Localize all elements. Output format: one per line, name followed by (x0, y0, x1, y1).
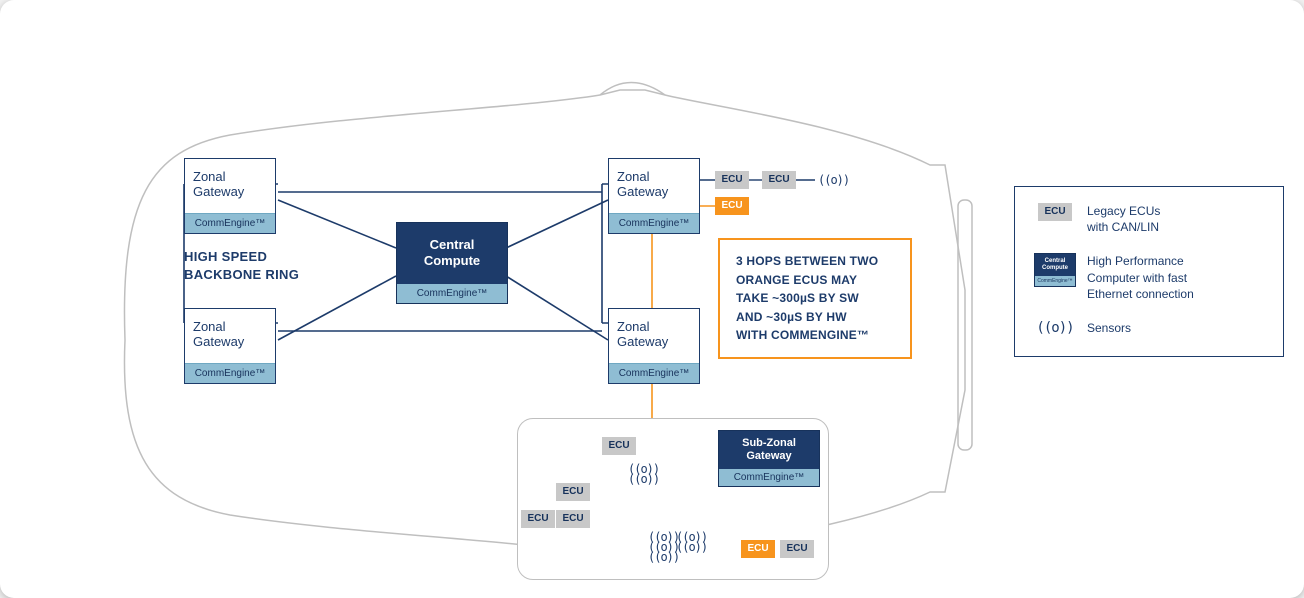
zonal-gateway-tr: Zonal Gateway CommEngine™ (608, 158, 700, 234)
ecu-grey: ECU (602, 437, 636, 455)
sensor-icon: ((o)) (628, 472, 659, 486)
legend-row-sensor: ((o)) Sensors (1033, 320, 1265, 336)
ecu-orange: ECU (741, 540, 775, 558)
legend-row-ecu: ECU Legacy ECUs with CAN/LIN (1033, 203, 1265, 235)
ecu-grey: ECU (556, 510, 590, 528)
sub-zonal-gateway-title: Sub-Zonal Gateway (719, 431, 819, 469)
zonal-gateway-title: Zonal Gateway (609, 159, 699, 213)
zonal-gateway-bl: Zonal Gateway CommEngine™ (184, 308, 276, 384)
legend: ECU Legacy ECUs with CAN/LIN Central Com… (1014, 186, 1284, 357)
ecu-grey: ECU (780, 540, 814, 558)
ecu-grey: ECU (556, 483, 590, 501)
commengine-label: CommEngine™ (609, 363, 699, 383)
zonal-gateway-br: Zonal Gateway CommEngine™ (608, 308, 700, 384)
legend-sensor-text: Sensors (1087, 320, 1131, 336)
zonal-gateway-tl: Zonal Gateway CommEngine™ (184, 158, 276, 234)
legend-row-hpc: Central Compute CommEngine™ High Perform… (1033, 253, 1265, 302)
sub-zonal-gateway: Sub-Zonal Gateway CommEngine™ (718, 430, 820, 487)
sensor-icon: ((o)) (818, 173, 849, 187)
ecu-grey: ECU (521, 510, 555, 528)
sensor-icon: ((o)) (676, 540, 707, 554)
legend-hpc-icon: Central Compute CommEngine™ (1034, 253, 1076, 286)
sensor-icon: ((o)) (648, 550, 679, 564)
ecu-grey: ECU (715, 171, 749, 189)
commengine-label: CommEngine™ (185, 363, 275, 383)
legend-ecu-icon: ECU (1038, 203, 1072, 221)
zonal-gateway-title: Zonal Gateway (185, 309, 275, 363)
commengine-label: CommEngine™ (185, 213, 275, 233)
zonal-gateway-title: Zonal Gateway (609, 309, 699, 363)
central-compute: Central Compute CommEngine™ (396, 222, 508, 304)
hops-callout: 3 HOPS BETWEEN TWO ORANGE ECUS MAY TAKE … (718, 238, 912, 359)
zonal-gateway-title: Zonal Gateway (185, 159, 275, 213)
central-compute-title: Central Compute (397, 223, 507, 284)
commengine-label: CommEngine™ (719, 469, 819, 486)
legend-hpc-text: High Performance Computer with fast Ethe… (1087, 253, 1194, 302)
commengine-label: CommEngine™ (397, 284, 507, 303)
commengine-label: CommEngine™ (609, 213, 699, 233)
legend-sensor-icon: ((o)) (1036, 320, 1073, 336)
ecu-grey: ECU (762, 171, 796, 189)
legend-ecu-text: Legacy ECUs with CAN/LIN (1087, 203, 1160, 235)
ecu-orange: ECU (715, 197, 749, 215)
backbone-label: HIGH SPEED BACKBONE RING (184, 248, 299, 283)
